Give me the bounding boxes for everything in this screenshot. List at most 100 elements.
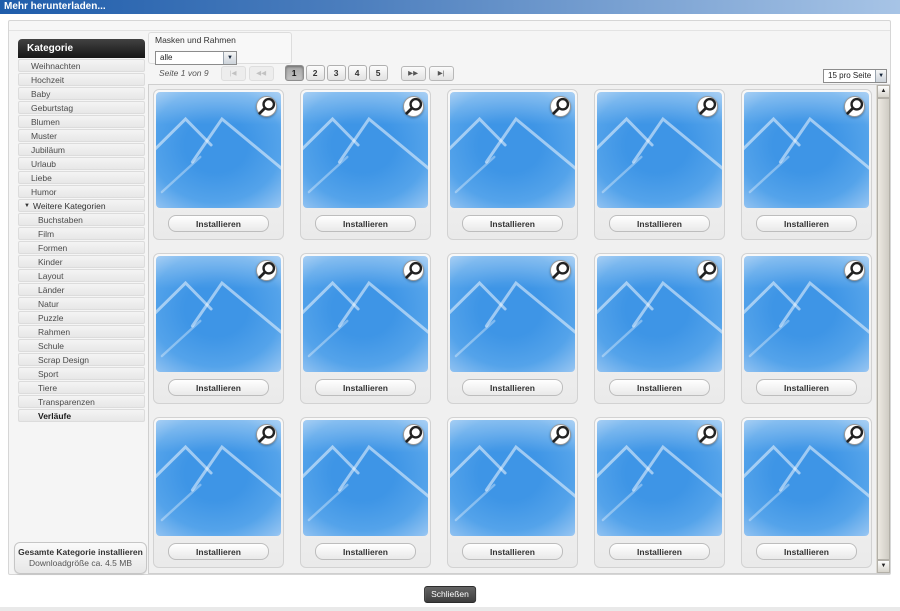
- install-category-button[interactable]: Gesamte Kategorie installieren Downloadg…: [14, 542, 147, 574]
- sidebar-item[interactable]: ▼ Kinder: [18, 255, 145, 268]
- magnifier-icon: [258, 97, 276, 115]
- sidebar-item[interactable]: ▼ Schule: [18, 339, 145, 352]
- scroll-up-button[interactable]: ▲: [877, 85, 890, 98]
- install-button[interactable]: Installieren: [462, 543, 563, 560]
- preview-zoom-button[interactable]: [697, 96, 718, 117]
- previous-page-button[interactable]: ◀◀: [248, 65, 274, 81]
- sidebar-item-label: Länder: [38, 284, 65, 295]
- preview-zoom-button[interactable]: [697, 260, 718, 281]
- install-button[interactable]: Installieren: [315, 215, 416, 232]
- sidebar-item[interactable]: ▼ Film: [18, 227, 145, 240]
- sidebar-item[interactable]: ▼ Puzzle: [18, 311, 145, 324]
- sidebar-item[interactable]: ▼ Formen: [18, 241, 145, 254]
- content-card: Installieren: [153, 89, 284, 240]
- sidebar-item[interactable]: ▼ Humor: [18, 185, 145, 198]
- install-button[interactable]: Installieren: [315, 379, 416, 396]
- first-page-button[interactable]: |◀: [220, 65, 246, 81]
- preview-zoom-button[interactable]: [844, 260, 865, 281]
- window-bottom-strip: [0, 607, 900, 611]
- sidebar-item-label: Buchstaben: [38, 214, 83, 225]
- sidebar-item[interactable]: ▼ Hochzeit: [18, 73, 145, 86]
- sidebar-item[interactable]: ▼ Jubiläum: [18, 143, 145, 156]
- install-button[interactable]: Installieren: [756, 543, 857, 560]
- preview-zoom-button[interactable]: [844, 424, 865, 445]
- install-button[interactable]: Installieren: [462, 215, 563, 232]
- preview-zoom-button[interactable]: [550, 260, 571, 281]
- content-card: Installieren: [447, 417, 578, 568]
- page-status: Seite 1 von 9: [159, 68, 209, 78]
- sidebar-item[interactable]: ▼ Geburtstag: [18, 101, 145, 114]
- content-card: Installieren: [741, 253, 872, 404]
- content-card: Installieren: [153, 417, 284, 568]
- install-button[interactable]: Installieren: [609, 215, 710, 232]
- sidebar-item[interactable]: ▼ Sport: [18, 367, 145, 380]
- sidebar-item[interactable]: ▼ Tiere: [18, 381, 145, 394]
- page-size-select[interactable]: 15 pro Seite ▼: [823, 69, 887, 83]
- page-number-button[interactable]: 3: [326, 65, 346, 81]
- preview-zoom-button[interactable]: [697, 424, 718, 445]
- content-card: Installieren: [594, 89, 725, 240]
- install-button[interactable]: Installieren: [756, 215, 857, 232]
- thumbnail-image: [156, 256, 281, 372]
- sidebar-item[interactable]: ▼ Rahmen: [18, 325, 145, 338]
- install-button[interactable]: Installieren: [168, 543, 269, 560]
- preview-zoom-button[interactable]: [403, 96, 424, 117]
- sidebar-item[interactable]: ▼ Layout: [18, 269, 145, 282]
- sidebar-item-label: Geburtstag: [31, 102, 74, 113]
- page-number-button[interactable]: 2: [305, 65, 325, 81]
- install-button[interactable]: Installieren: [168, 379, 269, 396]
- vertical-scrollbar[interactable]: ▲ ▼: [876, 85, 890, 573]
- window-title: Mehr herunterladen...: [4, 1, 106, 12]
- page-size-value: 15 pro Seite: [828, 71, 872, 80]
- install-button[interactable]: Installieren: [756, 379, 857, 396]
- magnifier-icon: [405, 97, 423, 115]
- content-card: Installieren: [594, 417, 725, 568]
- filter-box: Masken und Rahmen alle ▼: [148, 32, 292, 65]
- preview-zoom-button[interactable]: [256, 96, 277, 117]
- thumbnail-image: [744, 92, 869, 208]
- preview-zoom-button[interactable]: [550, 424, 571, 445]
- preview-zoom-button[interactable]: [403, 424, 424, 445]
- preview-zoom-button[interactable]: [256, 260, 277, 281]
- last-page-button[interactable]: ▶|: [428, 65, 454, 81]
- install-button[interactable]: Installieren: [315, 543, 416, 560]
- page-number-button[interactable]: 4: [347, 65, 367, 81]
- scrollbar-thumb[interactable]: [877, 98, 890, 560]
- sidebar-item[interactable]: ▼ Liebe: [18, 171, 145, 184]
- install-button[interactable]: Installieren: [168, 215, 269, 232]
- sidebar-item[interactable]: ▼ Verläufe: [18, 409, 145, 422]
- preview-zoom-button[interactable]: [844, 96, 865, 117]
- next-page-button[interactable]: ▶▶: [400, 65, 426, 81]
- preview-zoom-button[interactable]: [550, 96, 571, 117]
- sidebar-item[interactable]: ▼ Länder: [18, 283, 145, 296]
- sidebar-item-label: Layout: [38, 270, 64, 281]
- preview-zoom-button[interactable]: [256, 424, 277, 445]
- sidebar-item-label: Weitere Kategorien: [32, 200, 106, 211]
- sidebar-item-label: Transparenzen: [38, 396, 95, 407]
- scroll-down-button[interactable]: ▼: [877, 560, 890, 573]
- sidebar-item[interactable]: ▼ Urlaub: [18, 157, 145, 170]
- install-button[interactable]: Installieren: [609, 379, 710, 396]
- sidebar-item[interactable]: ▼ Weihnachten: [18, 59, 145, 72]
- sidebar-item[interactable]: ▼ Scrap Design: [18, 353, 145, 366]
- sidebar-item[interactable]: ▼ Weitere Kategorien: [18, 199, 145, 212]
- install-button[interactable]: Installieren: [609, 543, 710, 560]
- sidebar-item[interactable]: ▼ Blumen: [18, 115, 145, 128]
- page-number-button[interactable]: 5: [368, 65, 388, 81]
- sidebar-item-label: Rahmen: [38, 326, 71, 337]
- thumbnail-image: [303, 256, 428, 372]
- chevron-down-icon[interactable]: ▼: [875, 70, 886, 82]
- page-number-button[interactable]: 1: [284, 65, 304, 81]
- content-card: Installieren: [741, 89, 872, 240]
- sidebar-item[interactable]: ▼ Transparenzen: [18, 395, 145, 408]
- preview-zoom-button[interactable]: [403, 260, 424, 281]
- sidebar-item[interactable]: ▼ Natur: [18, 297, 145, 310]
- close-button[interactable]: Schließen: [424, 586, 476, 603]
- sidebar-item-label: Urlaub: [31, 158, 57, 169]
- thumbnail-image: [450, 420, 575, 536]
- sidebar-item[interactable]: ▼ Baby: [18, 87, 145, 100]
- sidebar-item[interactable]: ▼ Buchstaben: [18, 213, 145, 226]
- magnifier-icon: [258, 261, 276, 279]
- sidebar-item[interactable]: ▼ Muster: [18, 129, 145, 142]
- install-button[interactable]: Installieren: [462, 379, 563, 396]
